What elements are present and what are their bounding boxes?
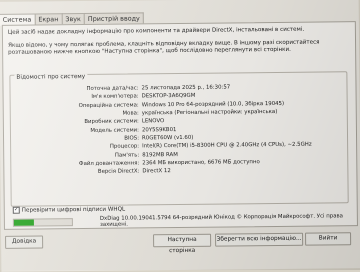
system-info-value: 20Y5S9KB01 — [141, 126, 177, 134]
system-info-group: Відомості про систему Поточна дата/час: 2… — [9, 71, 349, 207]
system-info-value: 2364 МБ використано, 6676 МБ доступно — [142, 158, 260, 167]
system-info-value: Windows 10 Pro 64-розрядний (10.0, Збірк… — [141, 100, 285, 109]
system-info-value: 25 листопада 2025 р., 16:30:57 — [141, 84, 231, 92]
system-info-label: Пам'ять: — [114, 151, 140, 159]
system-info-label: Процесор: — [109, 143, 140, 150]
system-info-label: Файл довантаження: — [78, 160, 140, 167]
save-all-button[interactable]: Зберегти всю інформацію... — [215, 232, 304, 247]
system-info-value: DESKTOP-3A6Q9GM — [141, 93, 196, 100]
whql-checkbox[interactable]: ✓ — [12, 206, 20, 214]
intro-paragraph-1: Цей засіб надає докладну інформацію про … — [7, 26, 305, 36]
intro-paragraph-2: Якщо відомо, у чому полягає проблема, кл… — [8, 39, 320, 56]
system-info-value: українська (Регіональні настройки: украї… — [141, 109, 278, 117]
system-info-label: Ім'я комп'ютера: — [91, 93, 139, 101]
system-info-label: Версія DirectX: — [97, 168, 140, 175]
whql-check[interactable]: ✓ Перевірити цифрові підписи WHQL — [12, 206, 126, 214]
button-bar: Довідка Наступна сторінка Зберегти всю і… — [1, 232, 360, 254]
system-info-label: Мова: — [122, 110, 139, 117]
exit-button[interactable]: Вийти — [305, 232, 352, 246]
progress-fill — [13, 219, 35, 226]
system-info-value: 8192MB RAM — [142, 151, 178, 158]
intro-text: Цей засіб надає докладну інформацію про … — [8, 26, 328, 62]
system-info-title: Відомості про систему — [14, 73, 88, 81]
system-info-label: Виробник системи: — [84, 118, 139, 126]
system-info-value: R0GET60W (v1.60) — [142, 134, 194, 142]
system-info-label: Операційна система: — [78, 102, 139, 109]
system-info-rows: Поточна дата/час: 25 листопада 2025 р., 1… — [10, 82, 347, 177]
system-info-label: Поточна дата/час: — [86, 85, 139, 93]
system-info-label: Модель системи: — [90, 127, 139, 134]
help-button[interactable]: Довідка — [5, 235, 44, 249]
dxdiag-window: Система Екран Звук Пристрій вводу Цей за… — [0, 0, 360, 272]
whql-label: Перевірити цифрові підписи WHQL — [21, 206, 126, 214]
progress-bar — [12, 218, 73, 227]
system-info-value: DirectX 12 — [142, 168, 171, 175]
system-info-value: LENOVO — [141, 118, 165, 125]
system-panel: Цей засіб надає докладну інформацію про … — [1, 21, 358, 230]
system-info-label: BIOS: — [124, 135, 140, 142]
next-page-button[interactable]: Наступна сторінка — [153, 233, 212, 254]
version-note: DxDiag 10.00.19041.5794 64-розрядний Юні… — [99, 213, 344, 228]
